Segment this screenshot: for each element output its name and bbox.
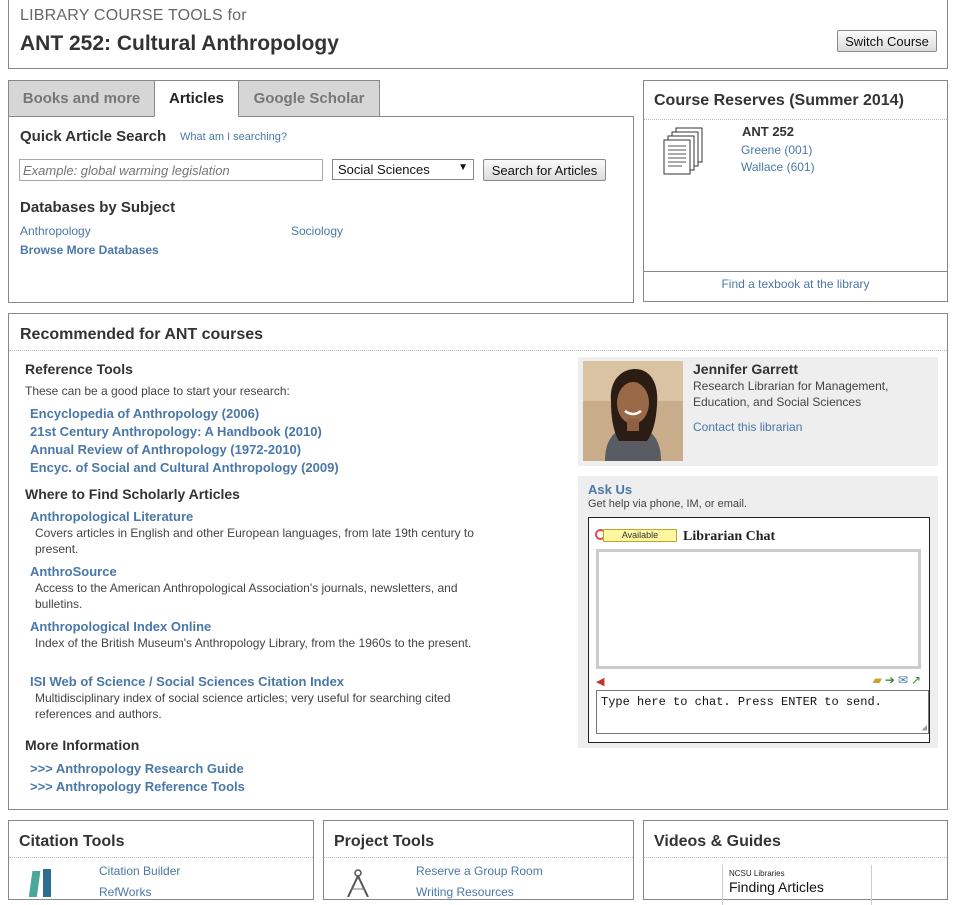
speaker-icon[interactable]: ◀ bbox=[596, 675, 604, 688]
books-icon bbox=[29, 869, 51, 897]
chat-title: Librarian Chat bbox=[683, 529, 776, 544]
chat-input[interactable]: Type here to chat. Press ENTER to send. … bbox=[596, 690, 929, 734]
more-information-heading: More Information bbox=[25, 737, 140, 753]
scholarly-source-desc: Multidisciplinary index of social scienc… bbox=[35, 691, 451, 721]
scholarly-source-desc: Covers articles in English and other Eur… bbox=[35, 526, 474, 556]
reference-link[interactable]: 21st Century Anthropology: A Handbook (2… bbox=[30, 424, 322, 439]
switch-course-button[interactable]: Switch Course bbox=[837, 30, 937, 52]
reserve-group-room-link[interactable]: Reserve a Group Room bbox=[416, 864, 543, 878]
reserve-section-link[interactable]: Greene (001) bbox=[741, 143, 812, 157]
database-link-anthropology[interactable]: Anthropology bbox=[20, 224, 91, 238]
divider bbox=[9, 350, 947, 351]
videos-guides-panel: Videos & Guides NCSU Libraries Finding A… bbox=[643, 820, 948, 905]
scholarly-source-link[interactable]: Anthropological Literature bbox=[30, 509, 193, 524]
browse-more-databases-link[interactable]: Browse More Databases bbox=[20, 243, 159, 257]
article-search-input[interactable] bbox=[19, 159, 323, 181]
refworks-link[interactable]: RefWorks bbox=[99, 885, 151, 899]
reference-tools-link[interactable]: >>> Anthropology Reference Tools bbox=[30, 779, 245, 794]
librarian-name: Jennifer Garrett bbox=[693, 361, 799, 377]
compass-icon bbox=[347, 869, 369, 897]
search-for-articles-button[interactable]: Search for Articles bbox=[483, 159, 606, 181]
header-subtitle: LIBRARY COURSE TOOLS for bbox=[20, 7, 247, 24]
ask-us-subtitle: Get help via phone, IM, or email. bbox=[588, 498, 747, 510]
librarian-photo bbox=[583, 361, 683, 461]
librarian-role: Research Librarian for Management, Educa… bbox=[693, 379, 889, 409]
chat-input-text: Type here to chat. Press ENTER to send. bbox=[601, 695, 882, 709]
scholarly-source-link[interactable]: Anthropological Index Online bbox=[30, 619, 211, 634]
chat-tools: ▰ ➔ ✉ ↗ bbox=[870, 673, 921, 687]
tab-articles[interactable]: Articles bbox=[154, 80, 239, 117]
email-icon[interactable]: ✉ bbox=[898, 673, 908, 687]
scholarly-source-desc: Access to the American Anthropological A… bbox=[35, 581, 458, 611]
ask-us-panel: Ask Us Get help via phone, IM, or email.… bbox=[578, 476, 938, 748]
quick-article-search-heading: Quick Article Search bbox=[20, 128, 167, 145]
video-thumbnail[interactable]: NCSU Libraries Finding Articles bbox=[722, 865, 872, 905]
reserve-course-code: ANT 252 bbox=[742, 124, 795, 139]
recommended-heading: Recommended for ANT courses bbox=[20, 326, 264, 343]
citation-builder-link[interactable]: Citation Builder bbox=[99, 864, 180, 878]
course-reserves-panel: Course Reserves (Summer 2014) ANT 252 Gr… bbox=[643, 80, 948, 302]
send-file-icon[interactable]: ➔ bbox=[885, 673, 895, 687]
citation-tools-heading: Citation Tools bbox=[19, 833, 125, 850]
course-reserves-heading: Course Reserves (Summer 2014) bbox=[654, 92, 904, 109]
databases-by-subject-heading: Databases by Subject bbox=[20, 199, 176, 216]
tab-google-scholar[interactable]: Google Scholar bbox=[238, 80, 380, 117]
reference-link[interactable]: Annual Review of Anthropology (1972-2010… bbox=[30, 442, 301, 457]
divider bbox=[644, 857, 947, 858]
video-thumb-title: Finding Articles bbox=[729, 879, 824, 895]
citation-tools-panel: Citation Tools Citation Builder RefWorks bbox=[8, 820, 314, 900]
resize-grip-icon[interactable]: ◢ bbox=[922, 723, 927, 733]
divider bbox=[324, 857, 633, 858]
writing-resources-link[interactable]: Writing Resources bbox=[416, 885, 514, 899]
recommended-panel: Recommended for ANT courses Reference To… bbox=[8, 313, 948, 810]
reference-link[interactable]: Encyc. of Social and Cultural Anthropolo… bbox=[30, 460, 339, 475]
project-tools-panel: Project Tools Reserve a Group Room Writi… bbox=[323, 820, 634, 900]
folder-icon[interactable]: ▰ bbox=[873, 673, 882, 687]
videos-guides-heading: Videos & Guides bbox=[654, 833, 781, 850]
reserve-section-link[interactable]: Wallace (601) bbox=[741, 160, 815, 174]
scholarly-articles-heading: Where to Find Scholarly Articles bbox=[25, 486, 240, 502]
project-tools-heading: Project Tools bbox=[334, 833, 435, 850]
subject-select-value: Social Sciences bbox=[338, 162, 430, 177]
research-guide-link[interactable]: >>> Anthropology Research Guide bbox=[30, 761, 244, 776]
database-link-sociology[interactable]: Sociology bbox=[291, 224, 343, 238]
find-textbook-link[interactable]: Find a texbook at the library bbox=[644, 277, 947, 291]
scholarly-source-link[interactable]: AnthroSource bbox=[30, 564, 117, 579]
librarian-portrait bbox=[583, 361, 683, 461]
what-am-i-searching-link[interactable]: What am I searching? bbox=[180, 131, 287, 143]
documents-icon bbox=[663, 127, 703, 175]
ask-us-heading[interactable]: Ask Us bbox=[588, 482, 632, 497]
scholarly-source-link[interactable]: ISI Web of Science / Social Sciences Cit… bbox=[30, 674, 344, 689]
reference-tools-heading: Reference Tools bbox=[25, 361, 133, 377]
article-search-panel: Quick Article Search What am I searching… bbox=[8, 116, 634, 303]
availability-badge: Available bbox=[603, 529, 677, 542]
course-title: ANT 252: Cultural Anthropology bbox=[20, 32, 339, 55]
reference-intro: These can be a good place to start your … bbox=[25, 384, 290, 398]
chat-widget: Available Librarian Chat ◀ ▰ ➔ ✉ ↗ Type her… bbox=[588, 517, 930, 743]
video-thumb-caption: NCSU Libraries bbox=[729, 869, 785, 878]
divider bbox=[644, 119, 947, 120]
reference-link[interactable]: Encyclopedia of Anthropology (2006) bbox=[30, 406, 259, 421]
scholarly-source-desc: Index of the British Museum's Anthropolo… bbox=[35, 636, 472, 650]
tab-books-and-more[interactable]: Books and more bbox=[8, 80, 155, 117]
contact-librarian-link[interactable]: Contact this librarian bbox=[693, 420, 802, 434]
librarian-card: Jennifer Garrett Research Librarian for … bbox=[578, 357, 938, 466]
chevron-down-icon: ▼ bbox=[458, 162, 468, 173]
page-header: LIBRARY COURSE TOOLS for ANT 252: Cultur… bbox=[8, 0, 948, 69]
divider bbox=[9, 857, 313, 858]
subject-select[interactable]: Social Sciences ▼ bbox=[332, 159, 474, 180]
chat-log[interactable] bbox=[596, 549, 921, 669]
popout-icon[interactable]: ↗ bbox=[911, 673, 921, 687]
divider bbox=[644, 271, 947, 272]
